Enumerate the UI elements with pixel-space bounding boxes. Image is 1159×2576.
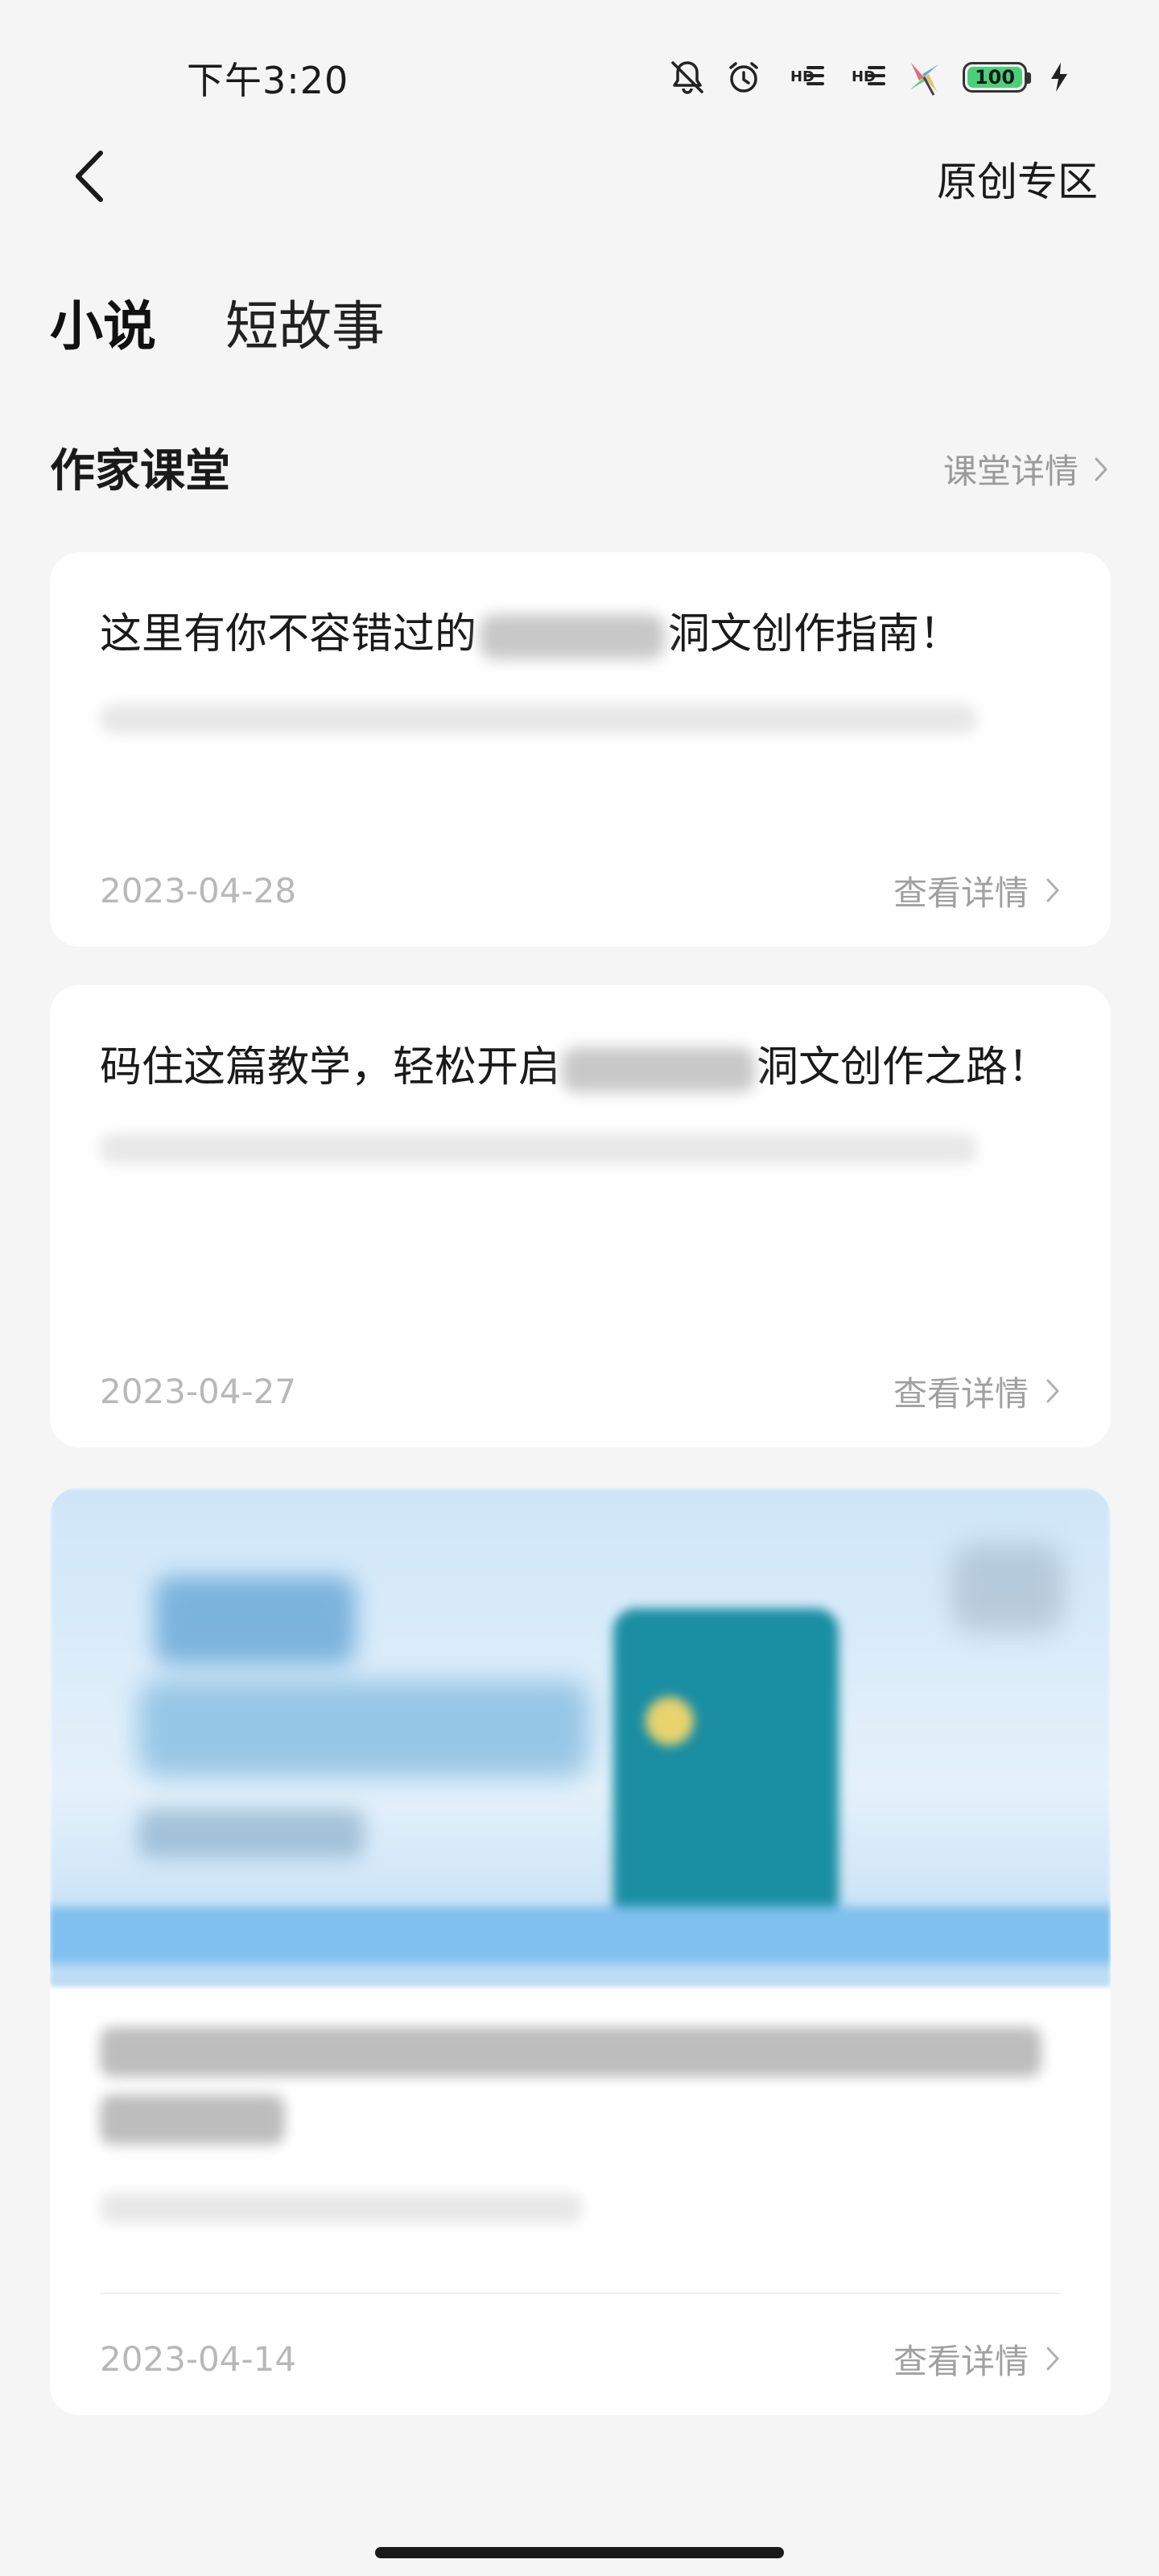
battery-icon: 100 [963, 62, 1031, 93]
chevron-right-icon [1046, 878, 1059, 902]
card-footer: 2023-04-28 查看详情 [100, 866, 1061, 914]
card-title-prefix: 码住这篇教学，轻松开启 [100, 1043, 561, 1092]
card-summary-blurred [100, 2193, 583, 2223]
banner-image [50, 1488, 1111, 1987]
home-indicator[interactable] [375, 2547, 784, 2558]
article-card[interactable]: 码住这篇教学，轻松开启 洞文创作之路！ 2023-04-27 查看详情 [50, 985, 1111, 1447]
blurred-text [562, 1047, 756, 1092]
card-title-suffix: 洞文创作指南！ [668, 610, 962, 658]
card-footer: 2023-04-14 查看详情 [100, 2334, 1061, 2383]
card-title-blurred [100, 2095, 285, 2145]
card-title: 这里有你不容错过的 洞文创作指南！ [100, 601, 1061, 668]
status-time: 下午3:20 [187, 59, 349, 102]
card-title-blurred [100, 2027, 1041, 2077]
back-button[interactable] [61, 143, 119, 209]
card-summary-blurred [100, 704, 977, 734]
alarm-icon [724, 58, 763, 97]
hd-signal-icon: HD [781, 61, 824, 93]
bell-off-icon [668, 58, 707, 97]
battery-level: 100 [974, 66, 1016, 89]
status-bar: 下午3:20 HD HD 100 [0, 0, 1159, 153]
blurred-text [480, 614, 666, 659]
article-card[interactable]: 这里有你不容错过的 洞文创作指南！ 2023-04-28 查看详情 [50, 552, 1111, 947]
card-date: 2023-04-28 [100, 870, 297, 910]
view-details-label: 查看详情 [893, 2341, 1029, 2381]
view-details-label: 查看详情 [893, 1373, 1029, 1414]
class-details-link[interactable]: 课堂详情 [943, 444, 1109, 493]
screen: 下午3:20 HD HD 100 原创专区 小说 短故事 作家课堂 课堂详情 这… [0, 0, 1159, 2576]
original-zone-link[interactable]: 原创专区 [937, 150, 1098, 208]
tab-short-story[interactable]: 短故事 [225, 283, 385, 361]
view-details-button[interactable]: 查看详情 [893, 866, 1061, 915]
category-tabs: 小说 短故事 [50, 283, 385, 361]
card-summary-blurred [100, 1133, 977, 1164]
view-details-label: 查看详情 [893, 873, 1029, 913]
card-title-prefix: 这里有你不容错过的 [100, 610, 477, 658]
view-details-button[interactable]: 查看详情 [893, 2334, 1061, 2384]
card-date: 2023-04-14 [100, 2339, 297, 2379]
card-footer: 2023-04-27 查看详情 [100, 1367, 1061, 1415]
chevron-right-icon [1046, 1379, 1059, 1403]
view-details-button[interactable]: 查看详情 [893, 1367, 1061, 1416]
card-title-suffix: 洞文创作之路！ [757, 1043, 1050, 1092]
chevron-right-icon [1095, 457, 1107, 481]
charging-icon [1045, 60, 1074, 95]
status-icons: HD HD 100 [668, 55, 1074, 100]
chevron-right-icon [1046, 2347, 1059, 2371]
card-title: 码住这篇教学，轻松开启 洞文创作之路！ [100, 1034, 1061, 1101]
section-title: 作家课堂 [50, 445, 230, 497]
card-divider [100, 2293, 1061, 2294]
article-card-banner[interactable]: 2023-04-14 查看详情 [50, 1488, 1111, 2415]
class-details-label: 课堂详情 [942, 452, 1079, 491]
card-date: 2023-04-27 [100, 1371, 297, 1411]
chevron-left-icon [76, 151, 103, 202]
hd-signal-icon: HD [842, 61, 885, 93]
tab-novel[interactable]: 小说 [50, 283, 156, 361]
app-notification-icon [903, 56, 945, 98]
